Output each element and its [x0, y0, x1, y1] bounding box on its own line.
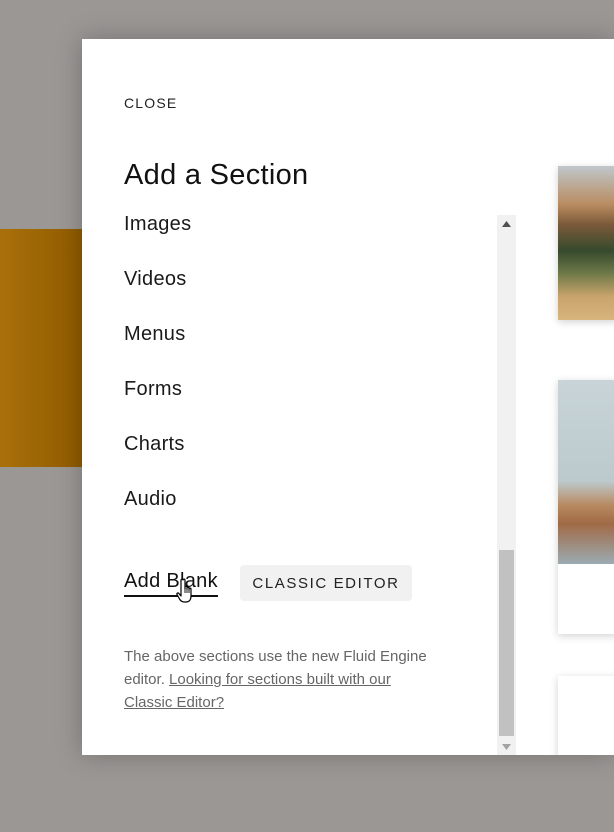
- category-list-scrollbar[interactable]: [497, 215, 516, 755]
- preview-image: [558, 166, 614, 320]
- scrollbar-thumb[interactable]: [499, 550, 514, 736]
- preview-image: [558, 380, 614, 564]
- category-item-charts[interactable]: Charts: [124, 433, 185, 456]
- section-category-list: Images Videos Menus Forms Charts Audio A…: [82, 215, 497, 755]
- section-preview-card[interactable]: [558, 380, 614, 634]
- close-button[interactable]: CLOSE: [124, 95, 177, 111]
- category-item-forms[interactable]: Forms: [124, 378, 182, 401]
- add-section-modal: CLOSE Add a Section Images Videos Menus …: [82, 39, 614, 755]
- modal-title: Add a Section: [124, 159, 309, 191]
- classic-editor-button[interactable]: CLASSIC EDITOR: [240, 565, 412, 601]
- section-preview-card[interactable]: [558, 166, 614, 320]
- hand-pointer-icon: [176, 578, 192, 603]
- category-item-images[interactable]: Images: [124, 215, 191, 236]
- background-accent-panel: [0, 229, 82, 467]
- category-item-audio[interactable]: Audio: [124, 488, 177, 511]
- fluid-engine-note: The above sections use the new Fluid Eng…: [124, 645, 434, 714]
- category-item-videos[interactable]: Videos: [124, 268, 187, 291]
- triangle-up-icon[interactable]: [497, 215, 516, 232]
- section-preview-card[interactable]: [558, 676, 614, 755]
- category-item-menus[interactable]: Menus: [124, 323, 186, 346]
- triangle-down-icon[interactable]: [497, 738, 516, 755]
- add-blank-button[interactable]: Add Blank: [124, 570, 218, 597]
